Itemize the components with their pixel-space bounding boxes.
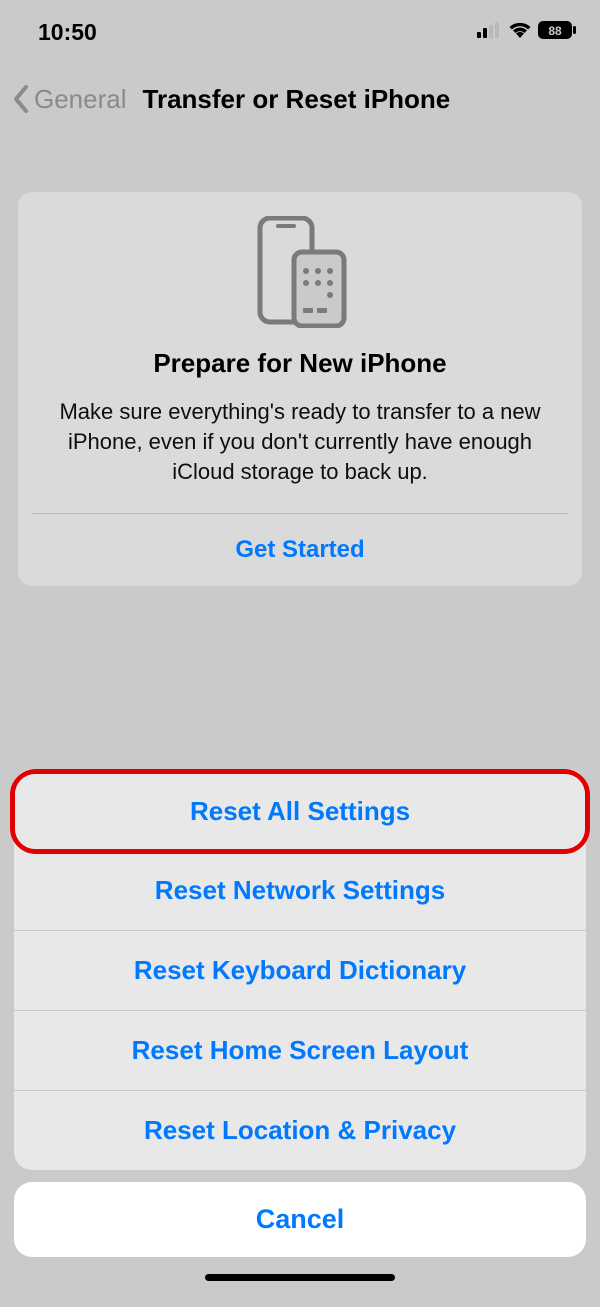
status-time: 10:50: [38, 19, 97, 46]
status-right: 88: [477, 21, 576, 44]
highlighted-option: Reset All Settings: [10, 769, 590, 854]
svg-text:88: 88: [548, 24, 562, 38]
reset-location-privacy-button[interactable]: Reset Location & Privacy: [14, 1091, 586, 1170]
reset-all-settings-button[interactable]: Reset All Settings: [15, 774, 585, 849]
wifi-icon: [508, 21, 532, 43]
navigation-bar: General Transfer or Reset iPhone: [0, 56, 600, 128]
content-area: Prepare for New iPhone Make sure everyth…: [0, 128, 600, 586]
cellular-icon: [477, 22, 502, 43]
reset-network-settings-button[interactable]: Reset Network Settings: [14, 851, 586, 931]
status-bar: 10:50 88: [0, 0, 600, 56]
device-transfer-icon: [32, 212, 568, 348]
cancel-button[interactable]: Cancel: [14, 1182, 586, 1257]
card-description: Make sure everything's ready to transfer…: [32, 397, 568, 513]
back-chevron-icon[interactable]: [12, 84, 30, 114]
home-indicator[interactable]: [205, 1274, 395, 1281]
sheet-options-group: Reset All Settings Reset Network Setting…: [14, 769, 586, 1170]
back-label[interactable]: General: [34, 84, 127, 115]
action-sheet: Reset All Settings Reset Network Setting…: [0, 772, 600, 1307]
reset-home-screen-layout-button[interactable]: Reset Home Screen Layout: [14, 1011, 586, 1091]
get-started-button[interactable]: Get Started: [32, 514, 568, 586]
prepare-card: Prepare for New iPhone Make sure everyth…: [18, 192, 582, 586]
reset-keyboard-dictionary-button[interactable]: Reset Keyboard Dictionary: [14, 931, 586, 1011]
card-title: Prepare for New iPhone: [32, 348, 568, 379]
battery-icon: 88: [538, 21, 576, 44]
page-title: Transfer or Reset iPhone: [143, 84, 451, 115]
